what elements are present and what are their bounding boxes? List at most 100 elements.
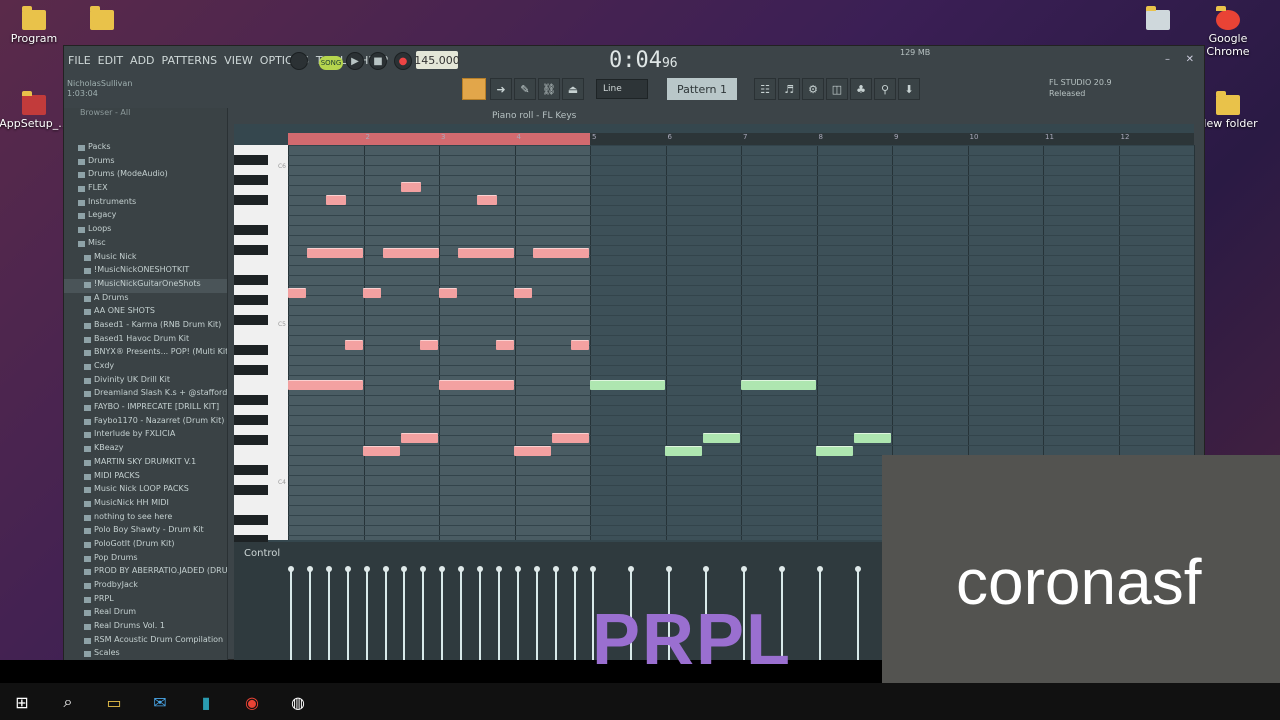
search-icon[interactable]: ⌕ xyxy=(57,691,79,713)
piano-roll-note[interactable] xyxy=(816,446,853,456)
velocity-bar[interactable] xyxy=(344,566,351,661)
black-key[interactable] xyxy=(234,395,268,405)
velocity-bar[interactable] xyxy=(363,566,370,661)
stamp-icon[interactable]: ⏏ xyxy=(562,78,584,100)
black-key[interactable] xyxy=(234,465,268,475)
browser-item[interactable]: KBeazy xyxy=(64,443,227,457)
black-key[interactable] xyxy=(234,195,268,205)
piano-roll-ruler[interactable]: 2 3 4 5 6 7 8 9 10 11 12 xyxy=(288,133,1194,145)
menu-file[interactable]: FILE xyxy=(68,54,91,67)
black-key[interactable] xyxy=(234,245,268,255)
velocity-bar[interactable] xyxy=(288,566,294,661)
black-key[interactable] xyxy=(234,345,268,355)
piano-roll-note[interactable] xyxy=(401,182,421,192)
browser-icon[interactable]: ◫ xyxy=(826,78,848,100)
stop-icon[interactable]: ■ xyxy=(369,52,387,70)
browser-item[interactable]: BNYX® Presents... POP! (Multi Kit) xyxy=(64,347,227,361)
download-icon[interactable]: ⬇ xyxy=(898,78,920,100)
velocity-bar[interactable] xyxy=(306,566,313,661)
pattern-selector[interactable]: Pattern 1 xyxy=(667,78,737,100)
browser-item[interactable]: Interlude by FXLICIA xyxy=(64,429,227,443)
chrome-taskbar-icon[interactable]: ◉ xyxy=(241,691,263,713)
arrow-icon[interactable]: ➜ xyxy=(490,78,512,100)
browser-item[interactable]: Real Drum xyxy=(64,607,227,621)
piano-roll-note[interactable] xyxy=(533,248,589,258)
browser-item[interactable]: Based1 - Karma (RNB Drum Kit) xyxy=(64,320,227,334)
fl-studio-taskbar-icon[interactable]: ◍ xyxy=(287,691,309,713)
black-key[interactable] xyxy=(234,175,268,185)
tempo-display[interactable]: 145.000 xyxy=(414,51,460,69)
browser-item[interactable]: Dreamland Slash K.s + @stafford_beats xyxy=(64,388,227,402)
song-mode-toggle[interactable]: SONG xyxy=(319,56,343,70)
browser-item[interactable]: Divinity UK Drill Kit xyxy=(64,375,227,389)
start-icon[interactable]: ⊞ xyxy=(11,691,33,713)
link-icon[interactable]: ⛓ xyxy=(538,78,560,100)
snap-select[interactable]: Line xyxy=(596,79,648,99)
velocity-bar[interactable] xyxy=(514,566,521,661)
black-key[interactable] xyxy=(234,515,268,525)
browser-item[interactable]: Polo Boy Shawty - Drum Kit xyxy=(64,525,227,539)
browser-item[interactable]: Packs xyxy=(64,142,227,156)
piano-roll-note[interactable] xyxy=(590,380,665,390)
browser-item[interactable]: Loops xyxy=(64,224,227,238)
menu-add[interactable]: ADD xyxy=(130,54,154,67)
piano-roll-note[interactable] xyxy=(477,195,497,205)
menu-edit[interactable]: EDIT xyxy=(98,54,123,67)
piano-keyboard[interactable]: C6 C5 C4 xyxy=(234,145,288,545)
piano-roll-note[interactable] xyxy=(854,433,891,443)
browser-item[interactable]: MIDI PACKS xyxy=(64,471,227,485)
browser-item[interactable]: ProdbyJack xyxy=(64,580,227,594)
piano-roll-note[interactable] xyxy=(307,248,363,258)
pin-icon[interactable]: ⚲ xyxy=(874,78,896,100)
plugin-icon[interactable]: ♣ xyxy=(850,78,872,100)
velocity-bar[interactable] xyxy=(458,566,465,661)
browser-item[interactable]: Based1 Havoc Drum Kit xyxy=(64,334,227,348)
playlist-icon[interactable]: ☷ xyxy=(754,78,776,100)
browser-item[interactable]: FAYBO - IMPRECATE [DRILL KIT] xyxy=(64,402,227,416)
browser-item[interactable]: PoloGotIt (Drum Kit) xyxy=(64,539,227,553)
browser-item[interactable]: MARTIN SKY DRUMKIT V.1 xyxy=(64,457,227,471)
menu-patterns[interactable]: PATTERNS xyxy=(162,54,218,67)
piano-roll-note[interactable] xyxy=(571,340,589,350)
browser-item[interactable]: PROD BY ABERRATIO.JADED (DRUM KIT) xyxy=(64,566,227,580)
master-volume-knob[interactable] xyxy=(290,52,308,70)
piano-roll-note[interactable] xyxy=(345,340,363,350)
file-explorer-icon[interactable]: ▭ xyxy=(103,691,125,713)
browser-item[interactable]: Faybo1170 - Nazarret (Drum Kit) xyxy=(64,416,227,430)
velocity-bar[interactable] xyxy=(533,566,540,661)
browser-item[interactable]: FLEX xyxy=(64,183,227,197)
piano-roll-note[interactable] xyxy=(514,446,551,456)
browser-item[interactable]: Legacy xyxy=(64,210,227,224)
browser-item[interactable]: A Drums xyxy=(64,293,227,307)
velocity-bar[interactable] xyxy=(477,566,483,661)
piano-roll-note[interactable] xyxy=(496,340,514,350)
piano-roll-note[interactable] xyxy=(439,288,457,298)
browser-item[interactable]: PRPL xyxy=(64,594,227,608)
browser-item[interactable]: !MusicNickGuitarOneShots xyxy=(64,278,227,293)
app-icon[interactable]: ▮ xyxy=(195,691,217,713)
piano-roll-note[interactable] xyxy=(703,433,740,443)
piano-roll-note[interactable] xyxy=(383,248,439,258)
piano-roll-note[interactable] xyxy=(288,380,363,390)
browser-item[interactable]: !MusicNickONESHOTKIT xyxy=(64,265,227,279)
loop-selection[interactable] xyxy=(288,133,590,145)
browser-item[interactable]: RSM Acoustic Drum Compilation xyxy=(64,635,227,649)
piano-roll-note[interactable] xyxy=(741,380,816,390)
browser-item[interactable]: Music Nick LOOP PACKS xyxy=(64,484,227,498)
desktop-icon-folder[interactable] xyxy=(62,6,142,32)
black-key[interactable] xyxy=(234,155,268,165)
piano-roll-note[interactable] xyxy=(401,433,438,443)
black-key[interactable] xyxy=(234,315,268,325)
velocity-bar[interactable] xyxy=(854,566,861,661)
menu-view[interactable]: VIEW xyxy=(224,54,253,67)
piano-roll-button[interactable] xyxy=(462,78,486,100)
browser-item[interactable]: Music Nick xyxy=(64,252,227,266)
velocity-bar[interactable] xyxy=(552,566,559,661)
record-icon[interactable]: ● xyxy=(394,52,412,70)
desktop-icon-recycle[interactable] xyxy=(1118,6,1198,32)
piano-roll-note[interactable] xyxy=(439,380,514,390)
browser-item[interactable]: Drums (ModeAudio) xyxy=(64,169,227,183)
velocity-bar[interactable] xyxy=(571,566,578,661)
velocity-bar[interactable] xyxy=(382,566,389,661)
black-key[interactable] xyxy=(234,365,268,375)
